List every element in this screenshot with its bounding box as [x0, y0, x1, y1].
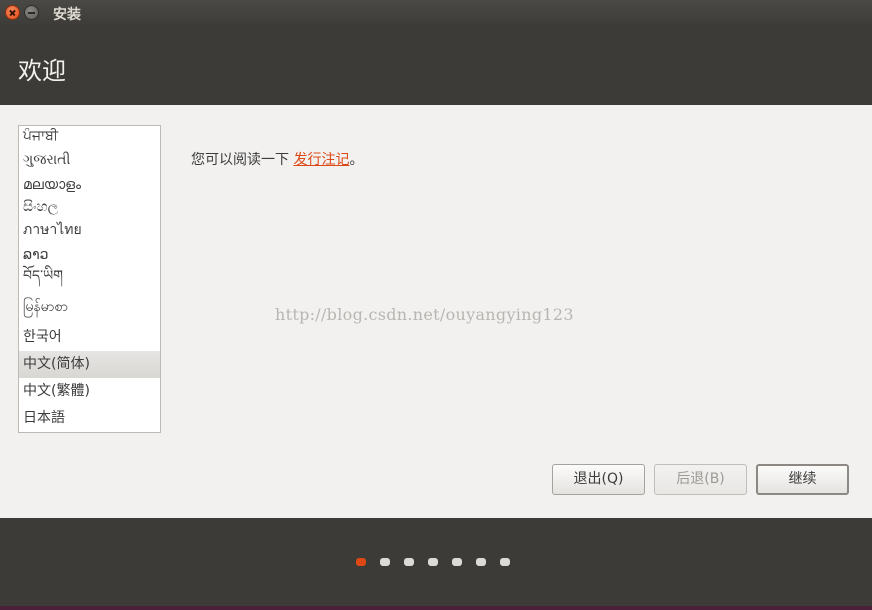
footer [0, 518, 872, 606]
language-item[interactable]: ગુજરાતી [19, 147, 160, 174]
step-dot [356, 558, 366, 566]
close-window-icon[interactable] [5, 5, 20, 20]
step-dot [380, 558, 390, 566]
watermark: http://blog.csdn.net/ouyangying123 [275, 305, 574, 324]
page-title: 欢迎 [18, 57, 66, 85]
minimize-window-icon[interactable] [24, 5, 39, 20]
main-content: ਪੰਜਾਬੀ ગુજરાતી മലയാളം සිංහල ภาษาไทย ລາວ བོད་ཡི… [0, 105, 872, 518]
step-dot [428, 558, 438, 566]
bottom-strip [0, 606, 872, 610]
language-item[interactable]: བོད་ཡིག [19, 263, 160, 290]
release-notes-text: 您可以阅读一下 发行注记。 [191, 149, 363, 169]
language-item[interactable]: 中文(简体) [19, 351, 160, 378]
language-item[interactable]: မြန်မာစာ [19, 294, 160, 321]
step-dot [404, 558, 414, 566]
language-item[interactable]: 日本語 [19, 405, 160, 432]
step-dot [452, 558, 462, 566]
release-notes-link[interactable]: 发行注记 [293, 152, 349, 168]
page-header: 欢迎 [0, 27, 872, 105]
step-dot [500, 558, 510, 566]
quit-button[interactable]: 退出(Q) [552, 464, 645, 495]
window-title: 安装 [53, 7, 81, 23]
continue-button[interactable]: 继续 [756, 464, 849, 495]
release-notes-prefix: 您可以阅读一下 [191, 152, 294, 168]
back-button[interactable]: 后退(B) [654, 464, 747, 495]
step-dot [476, 558, 486, 566]
language-item[interactable]: 한국어 [19, 324, 160, 351]
language-item[interactable]: ภาษาไทย [19, 217, 160, 244]
language-item[interactable]: 中文(繁體) [19, 378, 160, 405]
title-bar[interactable]: 安装 [0, 0, 872, 27]
language-list[interactable]: ਪੰਜਾਬੀ ગુજરાતી മലയാളം සිංහල ภาษาไทย ລາວ བོད་ཡི… [18, 125, 161, 433]
release-notes-suffix: 。 [349, 152, 364, 168]
installer-window: 安装 欢迎 ਪੰਜਾਬੀ ગુજરાતી മലയാളം සිංහල ภาษาไทย ລາວ… [0, 0, 872, 610]
